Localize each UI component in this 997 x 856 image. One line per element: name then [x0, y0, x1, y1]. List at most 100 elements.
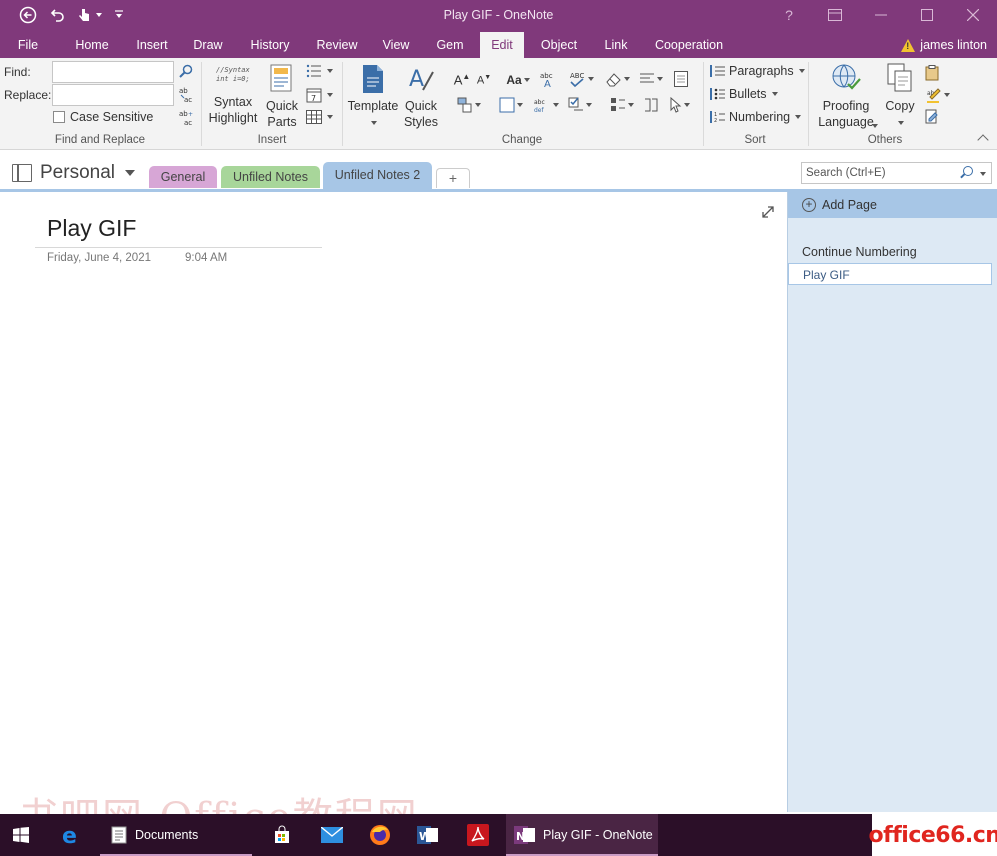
group-label-insert: Insert [257, 134, 287, 146]
paste-format-button[interactable] [454, 96, 484, 114]
insert-date-button[interactable]: 7 [306, 87, 333, 103]
site-brand-text: office66.cn [868, 822, 997, 848]
group-label-sort: Sort [744, 134, 766, 146]
notebook-selector[interactable]: Personal [12, 162, 135, 184]
tab-review[interactable]: Review [310, 32, 364, 58]
sort-numbering-button[interactable]: 12 Numbering [710, 110, 802, 124]
page-item-play-gif[interactable]: Play GIF [788, 263, 992, 285]
taskbar-documents[interactable]: Documents [100, 814, 252, 856]
quick-styles-label: Quick Styles [403, 99, 439, 129]
shrink-font-button[interactable]: A▼ [476, 72, 492, 88]
checklist-button[interactable] [566, 96, 594, 114]
page-title[interactable]: Play GIF [47, 215, 136, 242]
customize-icon [115, 10, 123, 18]
change-case-button[interactable]: Aa [506, 72, 530, 88]
add-page-label: Add Page [822, 198, 877, 212]
numbering-label: Numbering [729, 110, 791, 124]
tab-edit[interactable]: Edit [480, 32, 524, 58]
replace-input[interactable] [52, 84, 174, 106]
case-sensitive-checkbox[interactable] [53, 111, 65, 123]
taskbar-edge[interactable]: e [50, 814, 94, 856]
page-setup-button[interactable] [672, 70, 690, 88]
svg-text:N: N [516, 830, 525, 843]
section-tab-general[interactable]: General [149, 166, 217, 188]
taskbar-onenote[interactable]: N Play GIF - OneNote [506, 814, 658, 856]
mail-icon [321, 827, 343, 843]
tab-history[interactable]: History [242, 32, 298, 58]
back-button[interactable] [16, 4, 40, 26]
chevron-down-icon [553, 103, 559, 107]
taskbar-store[interactable] [260, 814, 304, 856]
sort-paragraphs-button[interactable]: Paragraphs [710, 64, 805, 78]
paragraphs-icon [710, 65, 725, 77]
eraser-button[interactable] [604, 70, 630, 88]
expand-icon[interactable] [762, 206, 774, 218]
tab-object[interactable]: Object [534, 32, 584, 58]
align-button[interactable] [638, 70, 664, 88]
chevron-down-icon [684, 103, 690, 107]
section-tab-unfiled-notes-2[interactable]: Unfiled Notes 2 [323, 162, 432, 190]
search-icon [179, 64, 193, 78]
quick-parts-button[interactable]: Quick Parts [262, 64, 302, 130]
find-input[interactable] [52, 61, 174, 83]
taskbar-mail[interactable] [310, 814, 354, 856]
svg-text:e: e [62, 824, 77, 846]
taskbar-acrobat[interactable] [456, 814, 500, 856]
taskbar-word[interactable]: W [406, 814, 450, 856]
minimize-icon [875, 14, 887, 16]
text-direction-button[interactable]: abc def [532, 96, 560, 114]
ribbon-display-options-button[interactable] [812, 2, 858, 28]
user-account[interactable]: james linton [901, 32, 987, 58]
layout-button[interactable] [608, 96, 636, 114]
proofing-language-label: Proofing Language [818, 99, 874, 129]
tab-link[interactable]: Link [596, 32, 636, 58]
replace-button[interactable]: ab ac [178, 85, 196, 103]
replace-all-button[interactable]: ab + ac [178, 108, 196, 126]
help-button[interactable]: ? [766, 2, 812, 28]
quick-styles-button[interactable]: A Quick Styles [398, 64, 444, 130]
spelling-button[interactable]: abc A [538, 70, 556, 88]
template-button[interactable]: Template [346, 64, 400, 130]
page-list-pane: + Add Page Continue Numbering Play GIF [787, 192, 997, 812]
proofing-language-button[interactable]: Proofing Language [813, 62, 879, 130]
check-spelling-button[interactable]: ABC [568, 70, 594, 88]
quick-parts-icon [270, 64, 292, 92]
minimize-button[interactable] [858, 2, 904, 28]
maximize-button[interactable] [904, 2, 950, 28]
template-icon [363, 65, 383, 93]
page-item-continue-numbering[interactable]: Continue Numbering [788, 241, 992, 263]
tab-home[interactable]: Home [66, 32, 118, 58]
start-button[interactable] [0, 814, 42, 856]
touch-mode-button[interactable] [72, 4, 106, 26]
search-input[interactable]: Search (Ctrl+E) [801, 162, 992, 184]
tab-cooperation[interactable]: Cooperation [648, 32, 730, 58]
tab-file[interactable]: File [8, 32, 48, 58]
taskbar-firefox[interactable] [358, 814, 402, 856]
page-canvas[interactable]: Play GIF Friday, June 4, 2021 9:04 AM [0, 192, 787, 812]
highlight-button[interactable]: ab [924, 86, 952, 104]
paste-button[interactable] [924, 64, 940, 82]
tab-view[interactable]: View [376, 32, 416, 58]
grow-font-button[interactable]: A▲ [454, 72, 471, 88]
tab-gem[interactable]: Gem [430, 32, 470, 58]
close-button[interactable] [950, 2, 996, 28]
list-style-button[interactable] [306, 64, 333, 78]
edit-note-button[interactable] [924, 108, 940, 126]
border-button[interactable] [496, 96, 526, 114]
add-section-button[interactable]: + [436, 168, 470, 188]
tab-draw[interactable]: Draw [186, 32, 230, 58]
sort-bullets-button[interactable]: Bullets [710, 87, 778, 101]
tab-insert[interactable]: Insert [128, 32, 176, 58]
section-tab-unfiled-notes[interactable]: Unfiled Notes [221, 166, 320, 188]
find-button[interactable] [178, 63, 194, 79]
copy-button[interactable]: Copy [882, 62, 918, 130]
syntax-highlight-button[interactable]: //Syntax int i=0; Syntax Highlight [206, 64, 260, 126]
site-brand-logo: office66.cn [868, 814, 997, 856]
select-button[interactable] [666, 96, 694, 114]
split-button[interactable] [642, 96, 660, 114]
customize-qat-button[interactable] [112, 4, 126, 26]
add-page-button[interactable]: + Add Page [788, 192, 997, 218]
collapse-ribbon-button[interactable] [977, 134, 989, 146]
undo-button[interactable] [46, 4, 68, 26]
insert-table-button[interactable] [306, 110, 333, 124]
